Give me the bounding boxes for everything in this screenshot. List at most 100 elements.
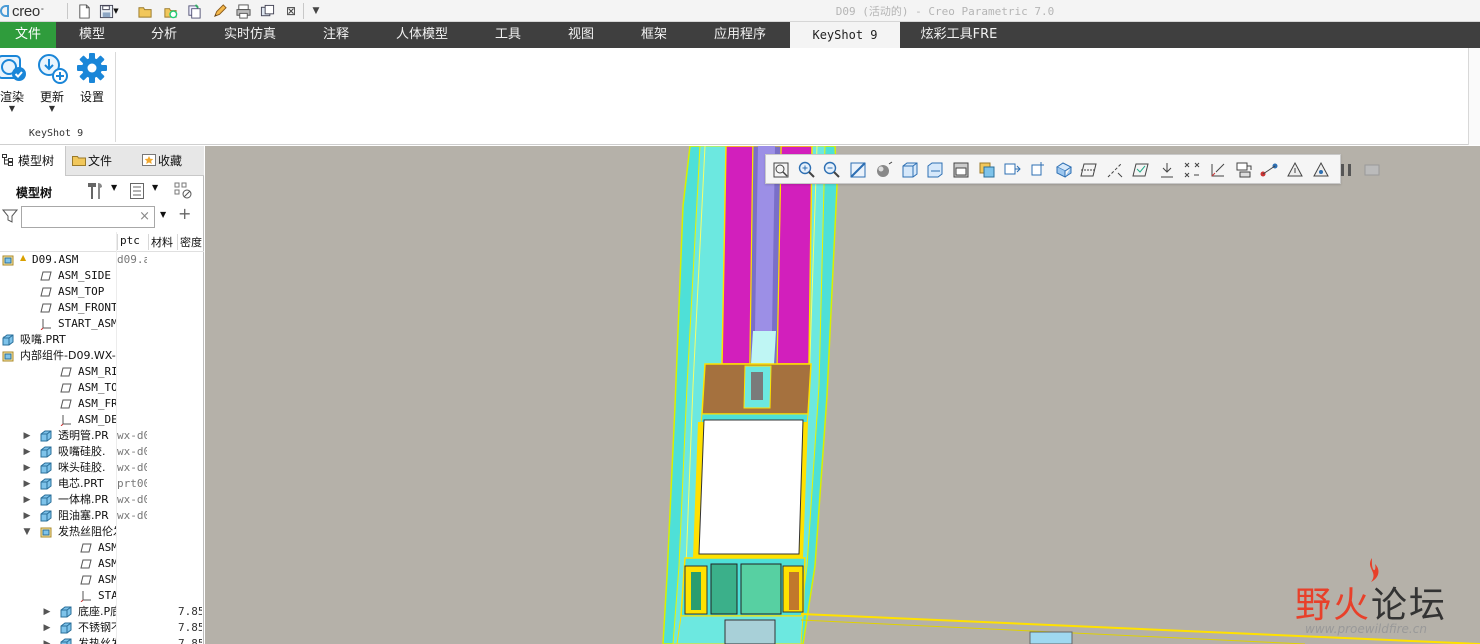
simulation-icon[interactable]: [1311, 160, 1331, 180]
datum-display-icon[interactable]: [1002, 160, 1022, 180]
clear-search-icon[interactable]: ×: [139, 209, 150, 224]
tree-row[interactable]: ASM_TOP: [0, 284, 204, 300]
tab-view[interactable]: 视图: [544, 22, 618, 48]
expand-icon[interactable]: ▶: [42, 636, 52, 644]
explode-icon[interactable]: [1234, 160, 1254, 180]
tree-row[interactable]: ▶ 电芯.PRT prt00: [0, 476, 204, 492]
tree-row[interactable]: ASM_FRONT: [0, 300, 204, 316]
tree-row[interactable]: ▼ 发热丝阻伦发热丝: [0, 524, 204, 540]
expand-icon[interactable]: ▶: [22, 428, 32, 444]
column-density[interactable]: 密度: [177, 234, 203, 250]
tree-row[interactable]: ▶ 一体棉.PR wx-d0: [0, 492, 204, 508]
section-icon[interactable]: [1208, 160, 1228, 180]
tab-manikin[interactable]: 人体模型: [372, 22, 472, 48]
column-settings-icon[interactable]: [173, 181, 195, 204]
expand-icon[interactable]: ▶: [22, 508, 32, 524]
tab-favorites[interactable]: 收藏: [140, 146, 202, 176]
tree-row[interactable]: ASM_FR: [0, 572, 204, 588]
expand-icon[interactable]: ▶: [22, 444, 32, 460]
tree-settings-icon[interactable]: [84, 181, 106, 204]
tab-color-tools[interactable]: 炫彩工具FRE: [900, 22, 1018, 48]
tab-model-tree[interactable]: 模型树: [0, 146, 66, 176]
spin-center-icon[interactable]: [1028, 160, 1048, 180]
plane-display-icon[interactable]: [1079, 160, 1099, 180]
part-icon: [40, 510, 52, 522]
tab-file[interactable]: 文件: [0, 22, 56, 48]
tree-row[interactable]: START_: [0, 588, 204, 604]
tab-applications[interactable]: 应用程序: [690, 22, 790, 48]
expand-icon[interactable]: ▶: [22, 492, 32, 508]
tree-row[interactable]: ▶ 透明管.PR wx-d0: [0, 428, 204, 444]
tree-row[interactable]: ▼内部组件-D09.WX-D0: [0, 348, 204, 364]
chevron-down-icon[interactable]: ▼: [160, 210, 166, 219]
show-filters-icon[interactable]: [129, 182, 147, 203]
column-ptc[interactable]: ptc: [117, 234, 147, 250]
named-views-icon[interactable]: [925, 160, 945, 180]
tree-row[interactable]: ▲ D09.ASM d09.a: [0, 252, 204, 268]
navigator-panel: 模型树 文件 收藏 模型树 ▼ ▼ × ▼ + ptc 材料 密度 ▲ D09.A…: [0, 146, 204, 644]
tab-framework[interactable]: 框架: [618, 22, 690, 48]
csys-display-icon[interactable]: [1157, 160, 1177, 180]
graphics-viewport[interactable]: 野火论坛 www.proewildfire.cn: [205, 146, 1480, 644]
tree-row[interactable]: ▶吸嘴.PRT: [0, 332, 204, 348]
tree-row[interactable]: ASM_SIDE: [0, 268, 204, 284]
saved-orientations-icon[interactable]: [900, 160, 920, 180]
tree-row[interactable]: ASM_SI: [0, 540, 204, 556]
tree-row[interactable]: ASM_TOP: [0, 380, 204, 396]
add-icon[interactable]: +: [178, 204, 191, 223]
expand-icon[interactable]: ▶: [42, 604, 52, 620]
display-style-icon[interactable]: [874, 160, 894, 180]
tree-row[interactable]: START_ASM: [0, 316, 204, 332]
view-manager-icon[interactable]: [951, 160, 971, 180]
stop-icon[interactable]: [1362, 160, 1382, 180]
tree-row[interactable]: ▶ 不锈钢不锈 7.85: [0, 620, 204, 636]
tab-analysis[interactable]: 分析: [128, 22, 200, 48]
tree-row[interactable]: ▶ 吸嘴硅胶. wx-d0: [0, 444, 204, 460]
tree-row[interactable]: ASM_TO: [0, 556, 204, 572]
ribbon-scroll-edge[interactable]: [1468, 48, 1480, 145]
tab-keyshot[interactable]: KeyShot 9: [790, 22, 900, 48]
point-display-icon[interactable]: [1131, 160, 1151, 180]
filter-icon[interactable]: [1, 208, 19, 227]
tree-row[interactable]: ASM_FRONT: [0, 396, 204, 412]
collapse-icon[interactable]: ▼: [22, 524, 32, 540]
repaint-icon[interactable]: [848, 160, 868, 180]
settings-button[interactable]: 设置: [73, 52, 111, 117]
tree-item-label: START_: [98, 589, 116, 602]
tree-item-label: D09.ASM: [32, 253, 79, 266]
tree-row[interactable]: ▶ 发热丝发热 7.85: [0, 636, 204, 644]
tab-favorites-label: 收藏: [158, 154, 183, 168]
tab-annotate[interactable]: 注释: [300, 22, 372, 48]
search-input[interactable]: ×: [21, 206, 155, 228]
chevron-down-icon[interactable]: ▼: [152, 183, 158, 192]
cut-plane-icon[interactable]: [1182, 160, 1202, 180]
update-button[interactable]: 更新 ▼: [33, 52, 71, 117]
cell-ptc: prt00: [117, 477, 147, 490]
expand-icon[interactable]: ▶: [42, 620, 52, 636]
refit-icon[interactable]: [771, 160, 791, 180]
column-material[interactable]: 材料: [148, 234, 176, 250]
pause-icon[interactable]: [1336, 160, 1356, 180]
expand-icon[interactable]: ▶: [22, 476, 32, 492]
tree-row[interactable]: ASM_DEF_CS: [0, 412, 204, 428]
tree-row[interactable]: ▶ 阻油塞.PR wx-d0: [0, 508, 204, 524]
zoom-out-icon[interactable]: [822, 160, 842, 180]
tab-model[interactable]: 模型: [56, 22, 128, 48]
chevron-down-icon[interactable]: ▼: [111, 183, 117, 192]
zoom-in-icon[interactable]: [797, 160, 817, 180]
annotation-display-icon[interactable]: [1054, 160, 1074, 180]
tab-live-simulation[interactable]: 实时仿真: [200, 22, 300, 48]
watermark-logo: 野火论坛 www.proewildfire.cn: [1295, 556, 1480, 644]
expand-icon[interactable]: ▶: [22, 460, 32, 476]
render-button[interactable]: 渲染 ▼: [0, 52, 32, 117]
ribbon-tab-bar: 文件 模型 分析 实时仿真 注释 人体模型 工具 视图 框架 应用程序 KeyS…: [0, 22, 1480, 48]
tab-tools[interactable]: 工具: [472, 22, 544, 48]
axis-display-icon[interactable]: [1105, 160, 1125, 180]
tab-folder-browser[interactable]: 文件: [70, 146, 134, 176]
tree-row[interactable]: ▶ 底座.P底座 7.85: [0, 604, 204, 620]
tree-row[interactable]: ASM_RIGHT: [0, 364, 204, 380]
appearance-icon[interactable]: [1259, 160, 1279, 180]
perspective-icon[interactable]: [977, 160, 997, 180]
tree-row[interactable]: ▶ 咪头硅胶. wx-d0: [0, 460, 204, 476]
sketch-icon[interactable]: [1285, 160, 1305, 180]
